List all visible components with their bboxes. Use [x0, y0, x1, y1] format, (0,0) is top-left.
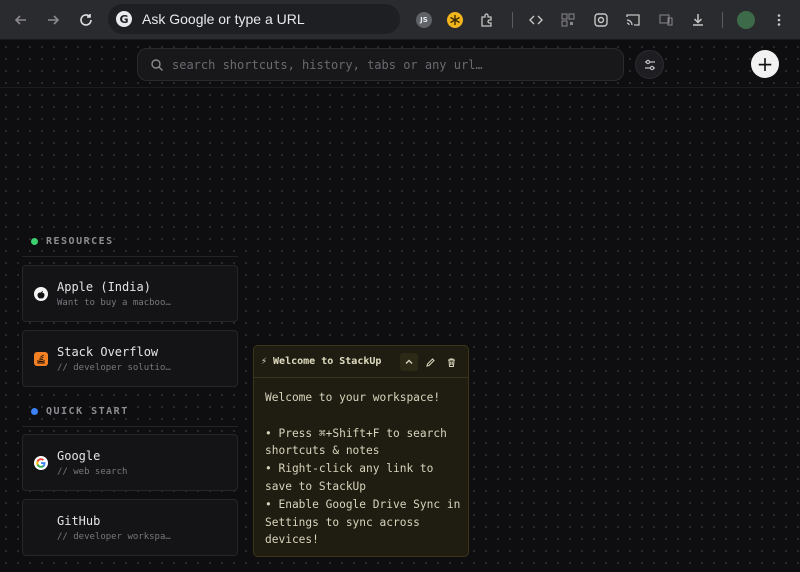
- section-header-resources: RESOURCES: [31, 236, 114, 247]
- section-divider: [22, 256, 238, 257]
- section-title: QUICK START: [46, 406, 129, 417]
- stackoverflow-icon: [34, 352, 48, 366]
- back-icon[interactable]: [9, 8, 33, 32]
- profile-avatar-icon[interactable]: [735, 9, 757, 31]
- card-subtitle: // web search: [57, 467, 128, 477]
- cast-icon[interactable]: [622, 9, 644, 31]
- github-icon: [34, 521, 48, 535]
- search-icon: [151, 58, 163, 71]
- trash-icon: [447, 358, 455, 367]
- shortcut-card-github[interactable]: GitHub // developer workspa…: [22, 499, 238, 556]
- delete-note-button[interactable]: [442, 353, 460, 371]
- card-subtitle: // developer solutio…: [57, 363, 171, 373]
- filter-settings-button[interactable]: [635, 50, 664, 79]
- browser-toolbar: G Ask Google or type a URL JS: [0, 0, 800, 40]
- section-dot: [31, 408, 38, 415]
- section-title: RESOURCES: [46, 236, 114, 247]
- extension-star-icon[interactable]: [444, 9, 466, 31]
- card-title: GitHub: [57, 514, 101, 528]
- devices-icon[interactable]: [655, 9, 677, 31]
- menu-kebab-icon[interactable]: [768, 9, 790, 31]
- section-header-quick-start: QUICK START: [31, 406, 129, 417]
- note-title: ⚡ Welcome to StackUp: [261, 356, 382, 367]
- header-divider: [0, 87, 800, 88]
- code-icon[interactable]: [525, 9, 547, 31]
- card-title: Google: [57, 449, 101, 463]
- card-subtitle: // developer workspa…: [57, 532, 171, 542]
- google-icon: [34, 456, 48, 470]
- qr-code-icon[interactable]: [557, 9, 579, 31]
- forward-icon[interactable]: [41, 8, 65, 32]
- card-title: Apple (India): [57, 280, 151, 294]
- card-subtitle: Want to buy a macboo…: [57, 298, 171, 308]
- pencil-icon: [425, 357, 435, 367]
- address-bar[interactable]: G Ask Google or type a URL: [108, 4, 400, 34]
- note-header: ⚡ Welcome to StackUp: [254, 346, 468, 378]
- address-bar-text: Ask Google or type a URL: [142, 11, 305, 27]
- google-lens-icon[interactable]: [590, 9, 612, 31]
- shortcut-card-stackoverflow[interactable]: Stack Overflow // developer solutio…: [22, 330, 238, 387]
- search-input[interactable]: [172, 57, 612, 72]
- shortcut-card-google[interactable]: Google // web search: [22, 434, 238, 491]
- section-divider: [22, 426, 238, 427]
- section-dot: [31, 238, 38, 245]
- add-button[interactable]: +: [751, 50, 779, 78]
- edit-note-button[interactable]: [421, 353, 439, 371]
- google-icon: G: [116, 11, 132, 27]
- workspace-canvas: + RESOURCES Apple (India) Want to buy a …: [0, 41, 800, 572]
- chevron-up-icon: [405, 359, 413, 364]
- search-bar[interactable]: [137, 48, 624, 81]
- apple-icon: [34, 287, 48, 301]
- shortcut-card-apple[interactable]: Apple (India) Want to buy a macboo…: [22, 265, 238, 322]
- collapse-note-button[interactable]: [400, 353, 418, 371]
- card-title: Stack Overflow: [57, 345, 159, 359]
- download-icon[interactable]: [687, 9, 709, 31]
- note-body: Welcome to your workspace! • Press ⌘+Shi…: [265, 391, 461, 547]
- sliders-icon: [644, 59, 655, 70]
- extensions-puzzle-icon[interactable]: [476, 9, 498, 31]
- welcome-note[interactable]: ⚡ Welcome to StackUp Welcome to your wor…: [253, 345, 469, 557]
- reload-icon[interactable]: [74, 8, 98, 32]
- extension-js-icon[interactable]: JS: [413, 9, 435, 31]
